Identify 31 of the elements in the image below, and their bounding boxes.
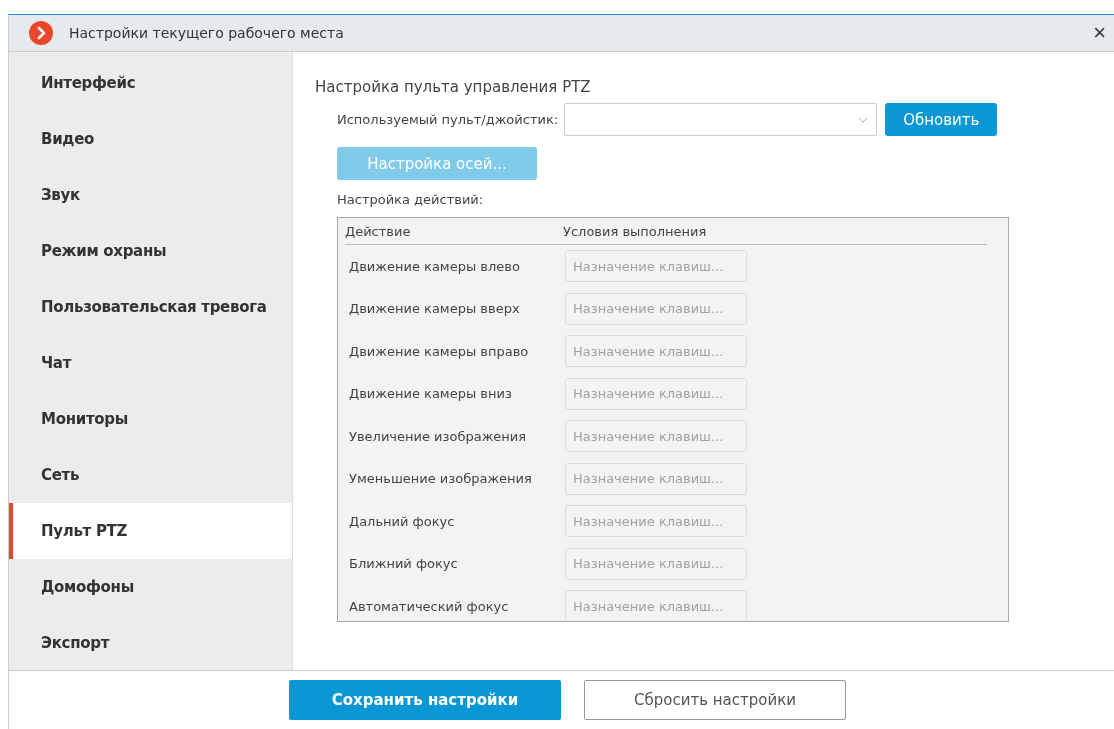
action-name: Дальний фокус <box>349 513 456 529</box>
column-header: Действие <box>345 223 412 239</box>
app-logo-icon <box>29 21 53 45</box>
action-name: Уменьшение изображения <box>349 471 533 487</box>
sidebar-item[interactable]: Интерфейс <box>9 55 292 111</box>
sidebar-item[interactable]: Домофоны <box>9 559 292 615</box>
action-name: Автоматический фокус <box>349 598 510 614</box>
reset-button[interactable]: Сбросить настройки <box>584 680 846 720</box>
device-dropdown[interactable] <box>564 103 878 136</box>
action-name: Увеличение изображения <box>349 428 528 444</box>
sidebar-item[interactable]: Пользовательская тревога <box>9 279 292 335</box>
chevron-down-icon <box>858 116 869 123</box>
sidebar-item[interactable]: Сеть <box>9 447 292 503</box>
sidebar-item[interactable]: Звук <box>9 167 292 223</box>
action-name: Движение камеры вниз <box>349 386 513 402</box>
action-name: Движение камеры вправо <box>349 343 530 359</box>
sidebar-item[interactable]: Пульт PTZ <box>9 503 292 559</box>
device-label: Используемый пульт/джойстик: <box>337 112 559 127</box>
window-title: Настройки текущего рабочего места <box>69 25 345 41</box>
sidebar-item[interactable]: Мониторы <box>9 391 292 447</box>
action-name: Движение камеры вверх <box>349 301 521 317</box>
close-button[interactable]: × <box>1085 22 1114 44</box>
column-header: Условия выполнения <box>563 223 707 239</box>
actions-label: Настройка действий: <box>337 192 484 207</box>
sidebar-item[interactable]: Экспорт <box>9 615 292 671</box>
sidebar-item[interactable]: Чат <box>9 335 292 391</box>
action-name: Движение камеры влево <box>349 258 521 274</box>
section-heading: Настройка пульта управления PTZ <box>315 78 591 96</box>
action-name: Ближний фокус <box>349 556 459 572</box>
sidebar-item[interactable]: Режим охраны <box>9 223 292 279</box>
sidebar-item[interactable]: Видео <box>9 111 292 167</box>
